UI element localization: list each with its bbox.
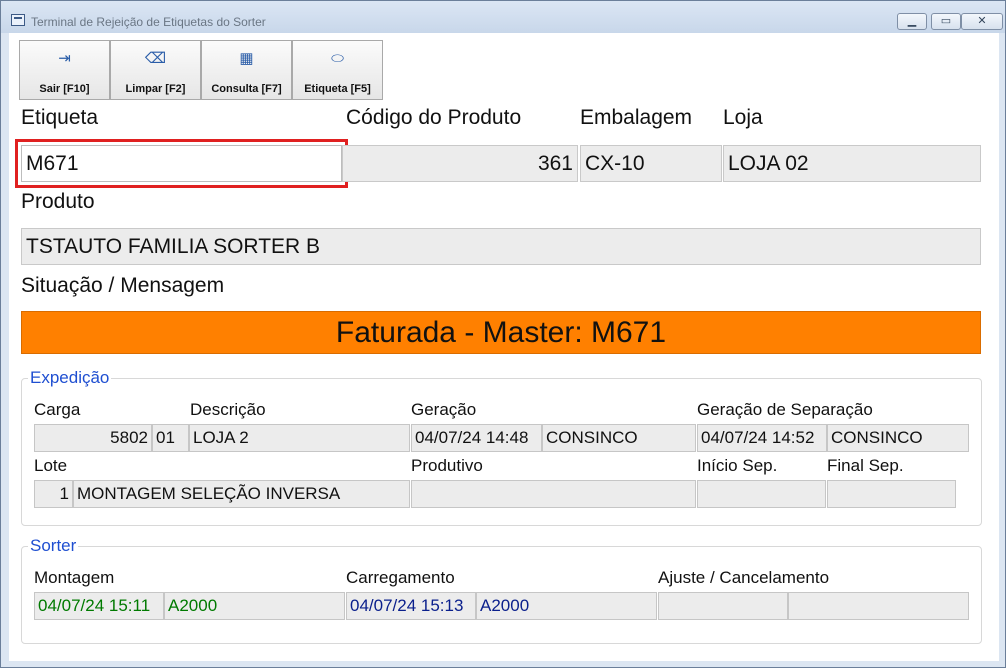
ajuste-cancelamento-label: Ajuste / Cancelamento xyxy=(658,568,830,587)
inicio-sep-field xyxy=(697,480,826,508)
montagem-label: Montagem xyxy=(34,568,115,587)
final-sep-field xyxy=(827,480,956,508)
minimize-button[interactable]: ▁ xyxy=(897,13,927,30)
product-label: Produto xyxy=(21,190,95,213)
etiqueta-input[interactable]: M671 xyxy=(21,145,342,182)
window-title: Terminal de Rejeição de Etiquetas do Sor… xyxy=(31,15,266,29)
eraser-icon: ⌫ xyxy=(144,50,167,67)
store-label: Loja xyxy=(723,106,763,129)
status-message-banner: Faturada - Master: M671 xyxy=(21,311,981,354)
tag-icon: ⬭ xyxy=(331,50,344,67)
final-sep-label: Final Sep. xyxy=(827,456,904,475)
clear-button[interactable]: ⌫ Limpar [F2] xyxy=(110,40,201,100)
produtivo-label: Produtivo xyxy=(411,456,483,475)
geracao-sep-usuario-field: CONSINCO xyxy=(827,424,969,452)
query-button[interactable]: ▦ Consulta [F7] xyxy=(201,40,292,100)
toolbar: ⇥ Sair [F10] ⌫ Limpar [F2] ▦ Consulta [F… xyxy=(19,40,383,100)
carga-field: 5802 xyxy=(34,424,152,452)
geracao-sep-data-field: 04/07/24 14:52 xyxy=(697,424,827,452)
etiqueta-label: Etiqueta xyxy=(21,106,99,129)
query-button-label: Consulta [F7] xyxy=(211,83,282,95)
carga-label: Carga xyxy=(34,400,81,419)
geracao-separacao-label: Geração de Separação xyxy=(697,400,873,419)
geracao-data-field: 04/07/24 14:48 xyxy=(411,424,542,452)
geracao-label: Geração xyxy=(411,400,477,419)
app-icon xyxy=(11,14,25,26)
exit-button[interactable]: ⇥ Sair [F10] xyxy=(19,40,110,100)
label-button-label: Etiqueta [F5] xyxy=(304,83,371,95)
produtivo-field xyxy=(411,480,696,508)
maximize-button[interactable]: ▭ xyxy=(931,13,961,30)
app-window: Terminal de Rejeição de Etiquetas do Sor… xyxy=(0,0,1006,668)
carregamento-data-field: 04/07/24 15:13 xyxy=(346,592,476,620)
table-icon: ▦ xyxy=(239,50,254,67)
inicio-sep-label: Início Sep. xyxy=(697,456,778,475)
ajuste-local-field xyxy=(788,592,969,620)
exit-icon: ⇥ xyxy=(58,50,71,67)
packaging-label: Embalagem xyxy=(580,106,693,129)
title-bar: Terminal de Rejeição de Etiquetas do Sor… xyxy=(1,1,1005,33)
ajuste-data-field xyxy=(658,592,788,620)
carregamento-local-field: A2000 xyxy=(476,592,657,620)
lote-label: Lote xyxy=(34,456,68,475)
carga-seq-field: 01 xyxy=(152,424,189,452)
clear-button-label: Limpar [F2] xyxy=(125,83,186,95)
geracao-usuario-field: CONSINCO xyxy=(542,424,696,452)
packaging-field: CX-10 xyxy=(580,145,722,182)
exit-button-label: Sair [F10] xyxy=(39,83,90,95)
carregamento-label: Carregamento xyxy=(346,568,455,587)
montagem-data-field: 04/07/24 15:11 xyxy=(34,592,164,620)
product-code-field: 361 xyxy=(342,145,578,182)
label-button[interactable]: ⬭ Etiqueta [F5] xyxy=(292,40,383,100)
lote-field: 1 xyxy=(34,480,73,508)
descricao-label: Descrição xyxy=(190,400,266,419)
expedicao-group-title: Expedição xyxy=(28,368,112,388)
lote-desc-field: MONTAGEM SELEÇÃO INVERSA xyxy=(73,480,410,508)
product-code-label: Código do Produto xyxy=(346,106,522,129)
status-label: Situação / Mensagem xyxy=(21,274,225,297)
close-button[interactable]: ✕ xyxy=(961,13,1003,30)
sorter-group-title: Sorter xyxy=(28,536,79,556)
main-panel: ⇥ Sair [F10] ⌫ Limpar [F2] ▦ Consulta [F… xyxy=(9,33,999,661)
store-field: LOJA 02 xyxy=(723,145,981,182)
descricao-field: LOJA 2 xyxy=(189,424,410,452)
montagem-local-field: A2000 xyxy=(164,592,345,620)
product-field: TSTAUTO FAMILIA SORTER B xyxy=(21,228,981,265)
